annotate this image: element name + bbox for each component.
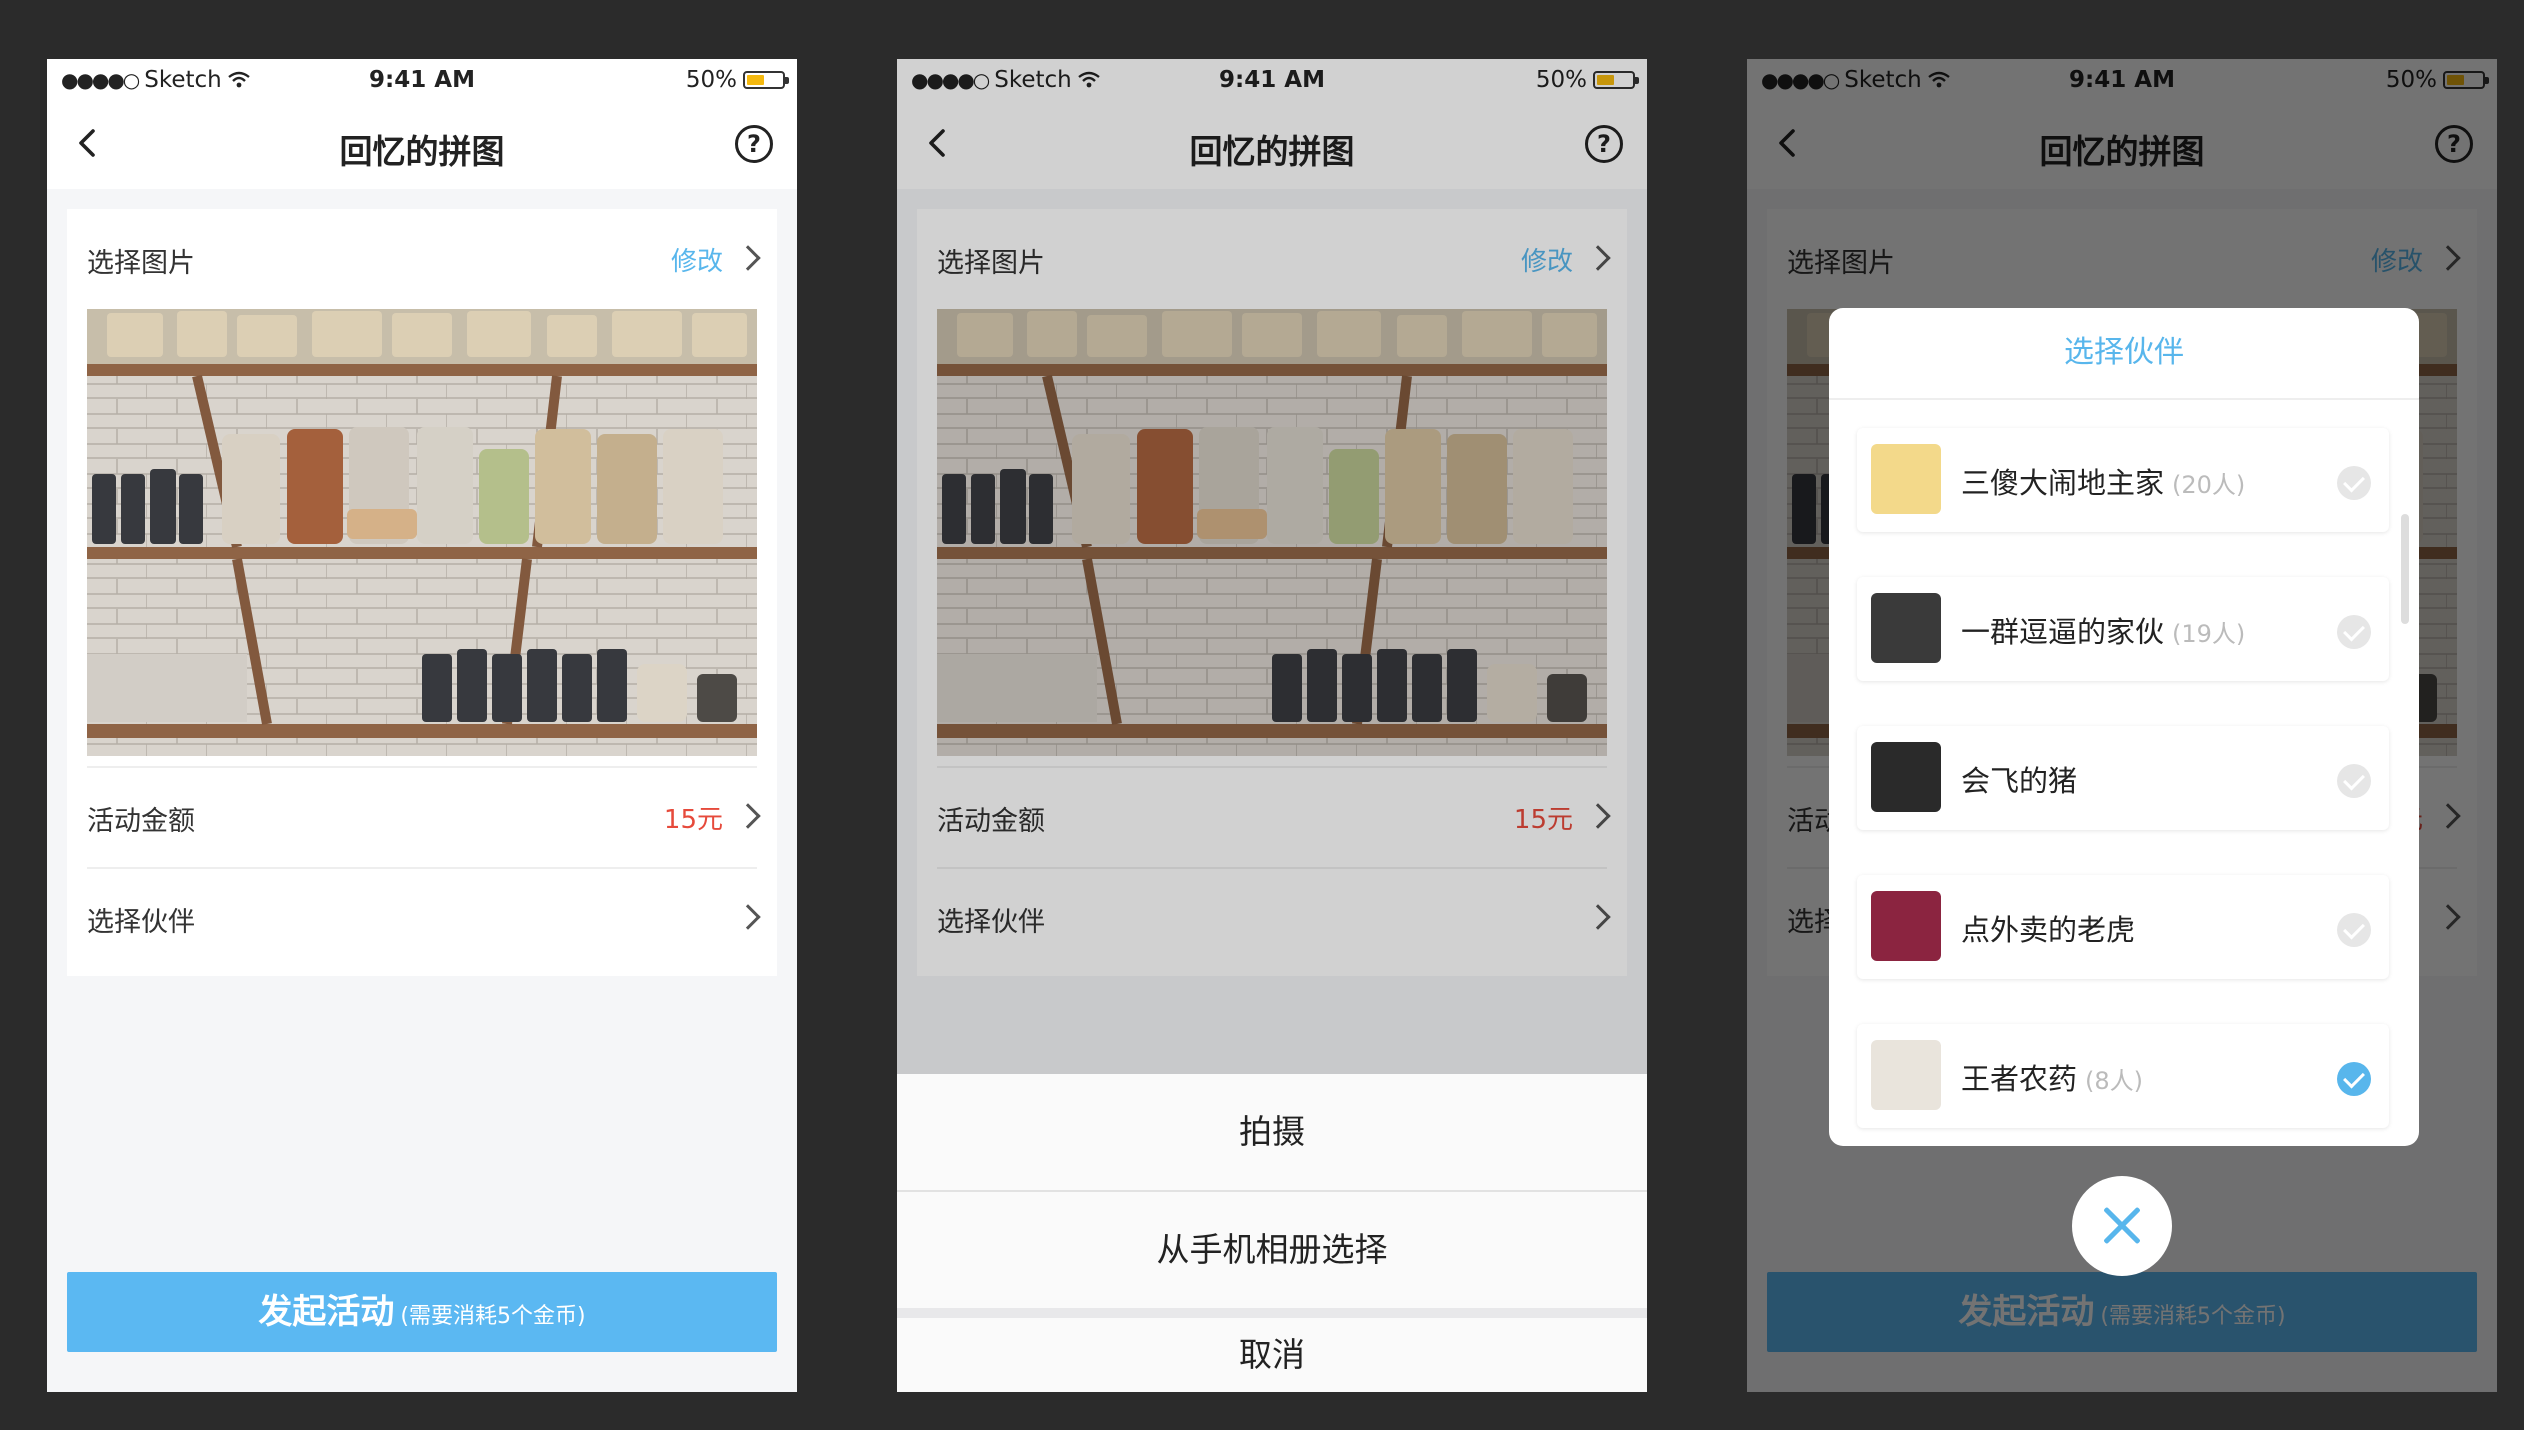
battery-percent: 50% [685,67,737,93]
partner-item[interactable]: 一群逗逼的家伙 (19人) [1857,577,2389,681]
help-icon[interactable]: ? [735,125,773,163]
checkmark-icon[interactable] [2337,1062,2371,1096]
cancel-button[interactable]: 取消 [897,1318,1647,1392]
partner-name: 王者农药 (8人) [1961,1062,2144,1096]
checkmark-icon[interactable] [2337,913,2371,947]
scrollbar[interactable] [2401,514,2409,624]
selected-photo [87,309,757,756]
member-count: (20人) [2172,471,2246,499]
select-partner-row[interactable]: 选择伙伴 [87,868,761,968]
edit-link[interactable]: 修改 [671,241,723,278]
avatar [1871,444,1941,514]
avatar [1871,593,1941,663]
chevron-right-icon [735,245,761,271]
modal-title: 选择伙伴 [2064,335,2184,370]
chevron-right-icon [735,904,761,930]
partner-name: 点外卖的老虎 [1961,913,2136,947]
partner-item[interactable]: 点外卖的老虎 [1857,875,2389,979]
avatar [1871,742,1941,812]
battery-icon [743,71,789,89]
screen-form: ●●●●○ Sketch 9:41 AM 50% 回忆的拼图 ? 选择图片 修改 [47,59,797,1392]
album-option[interactable]: 从手机相册选择 [897,1192,1647,1308]
select-image-label: 选择图片 [87,248,195,279]
select-partner-label: 选择伙伴 [87,907,195,938]
partner-name: 一群逗逼的家伙 (19人) [1961,615,2246,649]
partner-name: 三傻大闹地主家 (20人) [1961,466,2246,500]
start-activity-label: 发起活动 [258,1292,395,1332]
start-activity-button[interactable]: 发起活动(需要消耗5个金币) [67,1272,777,1352]
screen-photo-source-sheet: ●●●●○ Sketch 9:41 AM 50% 回忆的拼图 ? 选择图片 修改 [897,59,1647,1392]
coin-cost-note: (需要消耗5个金币) [400,1304,586,1329]
amount-row[interactable]: 活动金额 15元 [87,767,761,867]
select-image-row[interactable]: 选择图片 修改 [87,209,761,309]
divider [1829,398,2419,400]
partner-item[interactable]: 会飞的猪 [1857,726,2389,830]
partner-item[interactable]: 王者农药 (8人) [1857,1024,2389,1128]
clock: 9:41 AM [369,67,475,93]
checkmark-icon[interactable] [2337,764,2371,798]
amount-label: 活动金额 [87,806,195,837]
divider [897,1308,1647,1318]
partner-name: 会飞的猪 [1961,764,2078,798]
checkmark-icon[interactable] [2337,466,2371,500]
amount-value: 15元 [663,805,723,835]
partner-item[interactable]: 三傻大闹地主家 (20人) [1857,428,2389,532]
member-count: (19人) [2172,620,2246,648]
close-icon[interactable] [2072,1176,2172,1276]
status-bar: ●●●●○ Sketch 9:41 AM 50% [47,59,797,99]
page-title: 回忆的拼图 [339,132,505,171]
checkmark-icon[interactable] [2337,615,2371,649]
member-count: (8人) [2085,1067,2144,1095]
screen-partner-picker: ●●●●○ Sketch 9:41 AM 50% 回忆的拼图 ? 选择图片 修改 [1747,59,2497,1392]
nav-bar: 回忆的拼图 ? [47,99,797,189]
action-sheet: 拍摄 从手机相册选择 取消 [897,1074,1647,1392]
chevron-right-icon [735,803,761,829]
avatar [1871,891,1941,961]
avatar [1871,1040,1941,1110]
activity-form: 选择图片 修改 [67,209,777,976]
partner-modal: 选择伙伴 三傻大闹地主家 (20人) 一群逗逼的家伙 (19人) 会飞的猪点外卖的老虎王… [1829,308,2419,1146]
take-photo-option[interactable]: 拍摄 [897,1074,1647,1190]
